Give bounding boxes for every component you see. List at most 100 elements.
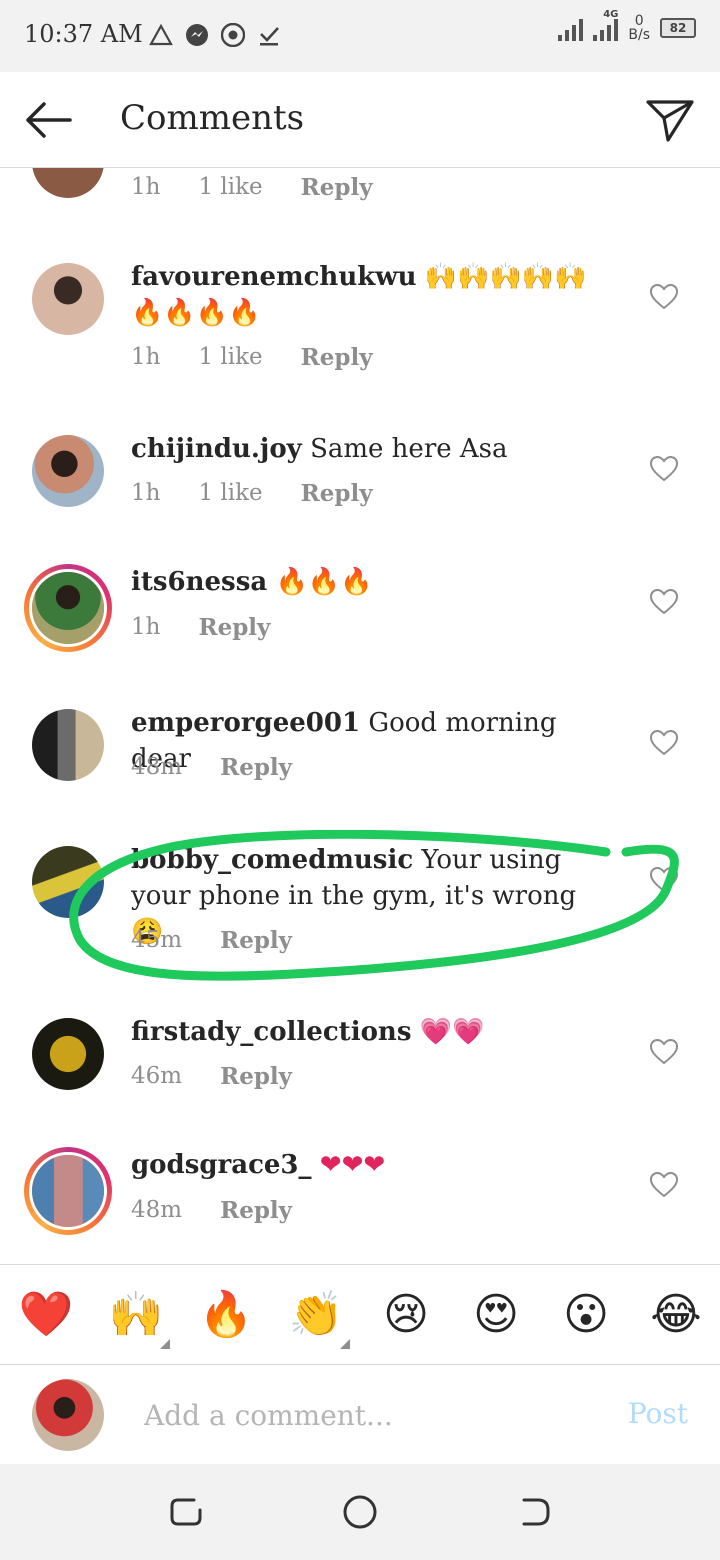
comment-username[interactable]: its6nessa [131,567,267,597]
like-heart-icon[interactable] [650,284,678,310]
emoji-clapping-button[interactable]: 👏 [288,1287,344,1343]
header: Comments [0,72,720,168]
avatar[interactable] [32,168,104,198]
comment-username[interactable]: emperorgee001 [131,708,360,738]
avatar-image [32,1018,104,1090]
comment-meta: 46m Reply [131,1063,292,1090]
avatar[interactable] [32,1018,104,1090]
comment-time: 45m [131,927,183,953]
chrome-icon [218,20,248,50]
avatar-image [32,263,104,335]
comment-likes[interactable]: 1 like [198,480,262,507]
comment-time: 1h [131,614,161,640]
avatar-image [32,572,104,644]
comment-item: chijindu.joy Same here Asa 1h 1 like Rep… [0,434,720,535]
emoji-reaction-bar: ❤️ 🙌 🔥 👏 😢 😍 😮 😂 [0,1264,720,1364]
like-heart-icon[interactable] [650,730,678,756]
emoji-surprised-button[interactable]: 😮 [558,1287,614,1343]
avatar-image [32,435,104,507]
notification-icons [146,20,284,50]
like-heart-icon[interactable] [650,589,678,615]
home-icon[interactable] [340,1492,380,1532]
comment-list[interactable]: 1h 1 like Reply favourenemchukwu 🙌🙌🙌🙌🙌🔥🔥… [0,168,720,1264]
direct-send-icon [646,100,694,142]
comment-username[interactable]: chijindu.joy [131,434,302,464]
skin-tone-indicator-icon [160,1339,170,1349]
avatar-image [32,709,104,781]
comment-likes[interactable]: 1 like [198,344,262,371]
comment-item: favourenemchukwu 🙌🙌🙌🙌🙌🔥🔥🔥🔥 1h 1 like Rep… [0,262,720,383]
avatar[interactable] [32,709,104,781]
comment-meta: 1h Reply [131,614,270,641]
speed-unit: B/s [628,27,650,43]
reply-button[interactable]: Reply [220,927,292,954]
comment-body: ❤❤❤ [319,1150,386,1180]
emoji-fire-button[interactable]: 🔥 [198,1287,254,1343]
comment-username[interactable]: bobby_comedmusic [131,845,413,875]
comment-time: 1h [131,174,161,200]
reply-button[interactable]: Reply [220,1197,292,1224]
comment-time: 1h [131,344,161,370]
post-button[interactable]: Post [628,1397,688,1430]
network-speed: 0 B/s [628,14,650,42]
comment-username[interactable]: godsgrace3_ [131,1150,312,1180]
avatar[interactable] [32,846,104,918]
like-heart-icon[interactable] [650,1172,678,1198]
emoji-heart-button[interactable]: ❤️ [18,1287,74,1343]
avatar[interactable] [32,263,104,335]
comment-meta: 1h 1 like Reply [131,174,373,201]
emoji-heart-eyes-button[interactable]: 😍 [468,1287,524,1343]
comment-username[interactable]: firstady_collections [131,1017,411,1047]
comment-time: 1h [131,480,161,506]
back-button[interactable] [20,94,76,146]
reply-button[interactable]: Reply [198,614,270,641]
comment-item: godsgrace3_ ❤❤❤ 48m Reply [0,1147,720,1247]
reply-button[interactable]: Reply [301,344,373,371]
avatar-story-ring[interactable] [24,1147,112,1235]
emoji-raising-hands-button[interactable]: 🙌 [108,1287,164,1343]
status-right-group: 4G 0 B/s 82 [558,9,696,42]
comment-meta: 1h 1 like Reply [131,480,373,507]
comment-body: 🔥🔥🔥 [275,567,373,597]
skin-tone-indicator-icon [340,1339,350,1349]
comment-likes[interactable]: 1 like [198,174,262,201]
reply-button[interactable]: Reply [220,754,292,781]
comment-item-partial: 1h 1 like Reply [0,168,720,228]
comment-body: 💗💗 [419,1017,485,1047]
comment-meta: 45m Reply [131,927,292,954]
comment-item: emperorgee001 Good morning dear 48m Repl… [0,708,720,809]
comment-input[interactable] [144,1395,584,1435]
comment-time: 48m [131,754,183,780]
reply-button[interactable]: Reply [301,174,373,201]
download-done-icon [254,20,284,50]
comment-text: firstady_collections 💗💗 [131,1014,611,1050]
like-heart-icon[interactable] [650,1039,678,1065]
comment-item: its6nessa 🔥🔥🔥 1h Reply [0,564,720,664]
warning-triangle-icon [146,20,176,50]
back-icon[interactable] [514,1492,554,1532]
comment-item: bobby_comedmusic Your using your phone i… [0,845,720,966]
emoji-crying-button[interactable]: 😢 [378,1287,434,1343]
avatar-story-ring[interactable] [24,564,112,652]
back-arrow-icon [26,102,72,138]
recents-icon[interactable] [166,1492,206,1532]
reply-button[interactable]: Reply [301,480,373,507]
comment-composer: Post [0,1364,720,1464]
emoji-laughing-button[interactable]: 😂 [648,1287,704,1343]
like-heart-icon[interactable] [650,867,678,893]
comment-text: favourenemchukwu 🙌🙌🙌🙌🙌🔥🔥🔥🔥 [131,259,611,331]
comment-meta: 48m Reply [131,1197,292,1224]
comment-meta: 1h 1 like Reply [131,344,373,371]
avatar[interactable] [32,435,104,507]
avatar-image [32,1155,104,1227]
comment-time: 48m [131,1197,183,1223]
current-user-avatar [32,1379,104,1451]
comment-username[interactable]: favourenemchukwu [131,262,417,292]
like-heart-icon[interactable] [650,456,678,482]
direct-send-button[interactable] [644,94,696,146]
reply-button[interactable]: Reply [220,1063,292,1090]
avatar-image [32,846,104,918]
battery-icon: 82 [660,18,696,38]
signal-4g-icon: 4G [593,9,619,41]
comment-time: 46m [131,1063,183,1089]
